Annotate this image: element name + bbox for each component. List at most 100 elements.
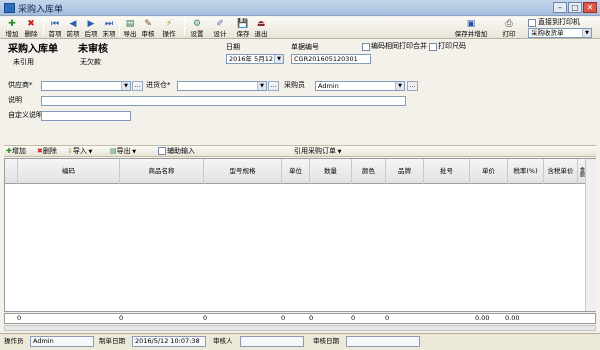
- grid-delete-button[interactable]: ✖删除: [37, 146, 57, 157]
- grid-import-label: 导入: [72, 147, 87, 155]
- next-icon: ▶: [87, 19, 95, 29]
- toolbar-separator: [43, 20, 44, 36]
- export-icon: ▤: [125, 19, 135, 29]
- assist-input-checkbox[interactable]: [158, 147, 166, 155]
- chevron-down-icon: ▼: [257, 82, 266, 90]
- toolbar-delete-button[interactable]: ✖ 删除: [22, 17, 40, 39]
- first-icon: ⏮: [50, 19, 60, 29]
- column-header[interactable]: 数量: [309, 159, 351, 184]
- warehouse-select[interactable]: ▼: [177, 81, 267, 91]
- column-header[interactable]: 单价: [469, 159, 507, 184]
- column-header[interactable]: 含税单价: [543, 159, 577, 184]
- grid-add-button[interactable]: ✚增加: [6, 146, 26, 157]
- toolbar-exit-button[interactable]: ⏏ 退出: [252, 17, 270, 39]
- merge-print-label: 编码相同打印合并: [371, 42, 427, 50]
- grid-export-button[interactable]: ▤导出 ▼: [110, 146, 136, 157]
- doc-no-label: 单据编号: [291, 43, 319, 51]
- toolbar-first-label: 首项: [48, 30, 62, 38]
- warehouse-browse-button[interactable]: …: [268, 81, 279, 91]
- grid-header: 编码 商品名称 型号规格 单位 数量 颜色 品牌 批号 单价 税率(%) 含税单…: [5, 159, 585, 184]
- toolbar-export-button[interactable]: ▤ 导出: [121, 17, 139, 39]
- toolbar-add-button[interactable]: ✚ 增加: [3, 17, 21, 39]
- remark-label: 说明: [8, 96, 22, 104]
- toolbar-first-button[interactable]: ⏮ 首项: [46, 17, 64, 39]
- toolbar-next-button[interactable]: ▶ 后项: [82, 17, 100, 39]
- toolbar-audit-button[interactable]: ✎ 审核: [139, 17, 157, 39]
- toolbar-prev-button[interactable]: ◀ 前项: [64, 17, 82, 39]
- auditor-label: 审核人: [213, 337, 233, 345]
- total-cell: 0.00: [505, 314, 520, 322]
- last-icon: ⏭: [104, 19, 114, 29]
- merge-print-checkbox[interactable]: [362, 43, 370, 51]
- grid-horizontal-scrollbar[interactable]: [4, 325, 596, 331]
- custom-remark-field[interactable]: [41, 111, 131, 121]
- chevron-down-icon: ▼: [336, 149, 342, 155]
- column-header[interactable]: 颜色: [351, 159, 385, 184]
- toolbar-delete-label: 删除: [24, 30, 38, 38]
- toolbar-last-button[interactable]: ⏭ 末项: [100, 17, 118, 39]
- grid-vertical-scrollbar[interactable]: [585, 159, 596, 311]
- chevron-down-icon: ▼: [130, 149, 137, 155]
- save-icon: 💾: [237, 19, 249, 29]
- total-cell: 0: [351, 314, 356, 322]
- toolbar-save-label: 保存: [236, 30, 250, 38]
- toolbar-save-add-label: 保存并增加: [454, 30, 488, 38]
- audit-icon: ✎: [144, 19, 152, 29]
- make-date-label: 制单日期: [99, 337, 125, 345]
- column-header[interactable]: 单位: [281, 159, 309, 184]
- close-button[interactable]: ✕: [583, 2, 597, 13]
- grid-export-label: 导出: [116, 147, 131, 155]
- row-indicator-header: [5, 159, 17, 184]
- buyer-select[interactable]: Admin ▼: [315, 81, 405, 91]
- maximize-button[interactable]: □: [568, 2, 582, 13]
- toolbar-settings-button[interactable]: ⚙ 设置: [187, 17, 207, 39]
- buyer-label: 采购员: [284, 81, 305, 89]
- assist-input-label: 辅助输入: [167, 147, 195, 155]
- toolbar-audit-label: 审核: [141, 30, 155, 38]
- column-header[interactable]: 品牌: [385, 159, 423, 184]
- grid-delete-label: 删除: [42, 147, 57, 155]
- operator-field: Admin: [30, 336, 94, 347]
- chevron-down-icon: ▼: [274, 55, 283, 63]
- toolbar-design-button[interactable]: ✐ 设计: [209, 17, 231, 39]
- design-icon: ✐: [216, 19, 224, 29]
- column-header[interactable]: 编码: [17, 159, 119, 184]
- supplier-select[interactable]: ▼: [41, 81, 131, 91]
- minimize-button[interactable]: –: [553, 2, 567, 13]
- column-header[interactable]: 型号规格: [203, 159, 281, 184]
- prev-icon: ◀: [69, 19, 77, 29]
- column-header[interactable]: 批号: [423, 159, 469, 184]
- column-header[interactable]: 税率(%): [507, 159, 543, 184]
- toolbar-add-label: 增加: [5, 30, 19, 38]
- total-cell: 0: [119, 314, 124, 322]
- total-cell: 0: [281, 314, 286, 322]
- operator-label: 操作员: [4, 337, 24, 345]
- toolbar-operate-button[interactable]: ⚡ 操作: [158, 17, 180, 39]
- main-toolbar: ✚ 增加 ✖ 删除 ⏮ 首项 ◀ 前项 ▶ 后项 ⏭ 末项 ▤ 导出 ✎ 审核 …: [0, 17, 600, 39]
- auditor-field: [240, 336, 304, 347]
- doc-no-field[interactable]: CGR201605120301: [291, 54, 371, 64]
- remark-field[interactable]: [41, 96, 406, 106]
- date-label: 日期: [226, 43, 240, 51]
- total-cell: 0.00: [475, 314, 490, 322]
- buyer-browse-button[interactable]: …: [407, 81, 418, 91]
- direct-print-checkbox[interactable]: [528, 19, 536, 27]
- total-cell: 0: [17, 314, 22, 322]
- toolbar-save-add-button[interactable]: ▣ 保存并增加: [451, 17, 491, 39]
- toolbar-print-button[interactable]: ⎙ 打印: [497, 17, 521, 39]
- toolbar-export-label: 导出: [123, 30, 137, 38]
- print-template-select[interactable]: 采购收货单 ▼: [528, 28, 592, 38]
- grid-import-button[interactable]: ⇩导入 ▼: [67, 146, 92, 157]
- date-picker[interactable]: 2016年 5月12日 ▼: [226, 54, 284, 64]
- detail-grid[interactable]: 编码 商品名称 型号规格 单位 数量 颜色 品牌 批号 单价 税率(%) 含税单…: [4, 158, 596, 312]
- direct-print-label: 直接到打印机: [538, 18, 580, 26]
- make-date-field: 2016/5/12 10:07:38: [132, 336, 206, 347]
- toolbar-operate-label: 操作: [162, 30, 176, 38]
- print-barcode-checkbox[interactable]: [429, 43, 437, 51]
- toolbar-save-button[interactable]: 💾 保存: [234, 17, 252, 39]
- column-header[interactable]: 金额: [577, 159, 585, 184]
- supplier-browse-button[interactable]: …: [132, 81, 143, 91]
- toolbar-separator: [119, 20, 120, 36]
- column-header[interactable]: 商品名称: [119, 159, 203, 184]
- ref-order-button[interactable]: 引用采购订单 ▼: [294, 146, 341, 157]
